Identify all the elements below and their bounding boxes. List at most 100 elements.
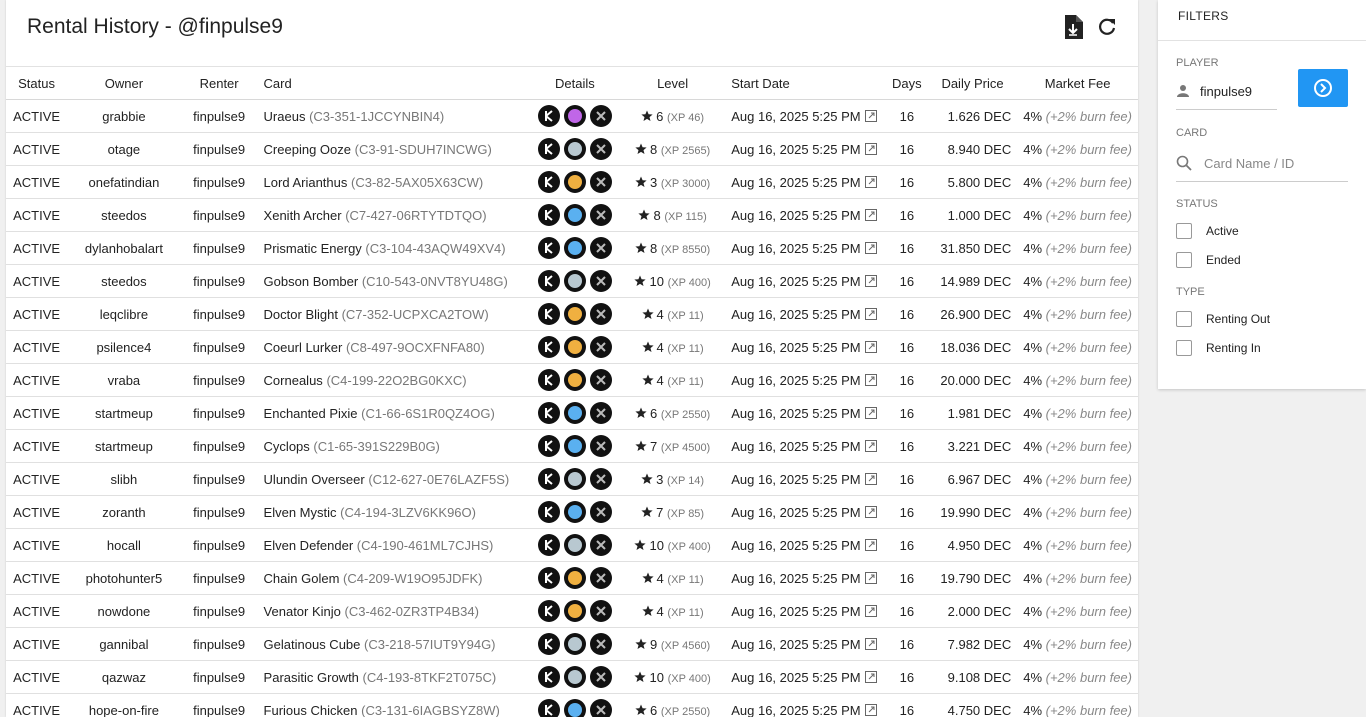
card-cell[interactable]: Cornealus (C4-199-22O2BG0KXC) <box>257 363 530 397</box>
owner-cell[interactable]: qazwaz <box>67 660 181 694</box>
external-link-icon[interactable] <box>861 472 877 487</box>
card-cell[interactable]: Parasitic Growth (C4-193-8TKF2T075C) <box>257 660 530 694</box>
renter-cell[interactable]: finpulse9 <box>180 198 258 232</box>
renter-cell[interactable]: finpulse9 <box>180 165 258 199</box>
owner-cell[interactable]: zoranth <box>67 495 181 529</box>
header-owner[interactable]: Owner <box>67 67 181 100</box>
card-cell[interactable]: Uraeus (C3-351-1JCCYNBIN4) <box>257 99 530 133</box>
renter-cell[interactable]: finpulse9 <box>180 693 258 717</box>
card-cell[interactable]: Doctor Blight (C7-352-UCPXCA2TOW) <box>257 297 530 331</box>
header-daily-price[interactable]: Daily Price <box>927 67 1018 100</box>
renter-cell[interactable]: finpulse9 <box>180 264 258 298</box>
table-row[interactable]: ACTIVE photohunter5 finpulse9 Chain Golem (… <box>6 561 1138 595</box>
owner-cell[interactable]: hocall <box>67 528 181 562</box>
external-link-icon[interactable] <box>861 703 877 717</box>
owner-cell[interactable]: nowdone <box>67 594 181 628</box>
owner-cell[interactable]: dylanhobalart <box>67 231 181 265</box>
owner-cell[interactable]: photohunter5 <box>67 561 181 595</box>
card-cell[interactable]: Creeping Ooze (C3-91-SDUH7INCWG) <box>257 132 530 166</box>
type-renting-in-checkbox[interactable]: Renting In <box>1158 333 1366 362</box>
owner-cell[interactable]: gannibal <box>67 627 181 661</box>
external-link-icon[interactable] <box>861 538 877 553</box>
player-input[interactable]: finpulse9 <box>1176 73 1277 110</box>
renter-cell[interactable]: finpulse9 <box>180 429 258 463</box>
checkbox[interactable] <box>1176 339 1192 356</box>
table-row[interactable]: ACTIVE dylanhobalart finpulse9 Prismatic En… <box>6 231 1138 265</box>
table-row[interactable]: ACTIVE startmeup finpulse9 Cyclops (C1-65-3… <box>6 429 1138 463</box>
status-ended-checkbox[interactable]: Ended <box>1158 245 1366 274</box>
table-row[interactable]: ACTIVE psilence4 finpulse9 Coeurl Lurker (C… <box>6 330 1138 364</box>
card-cell[interactable]: Gelatinous Cube (C3-218-57IUT9Y94G) <box>257 627 530 661</box>
renter-cell[interactable]: finpulse9 <box>180 330 258 364</box>
checkbox[interactable] <box>1176 251 1192 268</box>
external-link-icon[interactable] <box>861 175 877 190</box>
card-search-input[interactable]: Card Name / ID <box>1176 145 1348 182</box>
renter-cell[interactable]: finpulse9 <box>180 594 258 628</box>
renter-cell[interactable]: finpulse9 <box>180 99 258 133</box>
table-row[interactable]: ACTIVE startmeup finpulse9 Enchanted Pixie … <box>6 396 1138 430</box>
external-link-icon[interactable] <box>861 604 877 619</box>
refresh-icon[interactable] <box>1096 14 1118 40</box>
table-row[interactable]: ACTIVE otage finpulse9 Creeping Ooze (C3-91… <box>6 132 1138 166</box>
renter-cell[interactable]: finpulse9 <box>180 627 258 661</box>
header-status[interactable]: Status <box>6 67 68 100</box>
external-link-icon[interactable] <box>861 637 877 652</box>
card-cell[interactable]: Prismatic Energy (C3-104-43AQW49XV4) <box>257 231 530 265</box>
download-icon[interactable] <box>1062 14 1084 40</box>
card-cell[interactable]: Elven Defender (C4-190-461ML7CJHS) <box>257 528 530 562</box>
card-cell[interactable]: Lord Arianthus (C3-82-5AX05X63CW) <box>257 165 530 199</box>
owner-cell[interactable]: grabbie <box>67 99 181 133</box>
external-link-icon[interactable] <box>861 109 877 124</box>
table-row[interactable]: ACTIVE steedos finpulse9 Gobson Bomber (C10… <box>6 264 1138 298</box>
renter-cell[interactable]: finpulse9 <box>180 495 258 529</box>
external-link-icon[interactable] <box>861 274 877 289</box>
external-link-icon[interactable] <box>861 241 877 256</box>
table-row[interactable]: ACTIVE vraba finpulse9 Cornealus (C4-199-22… <box>6 363 1138 397</box>
renter-cell[interactable]: finpulse9 <box>180 363 258 397</box>
type-renting-out-checkbox[interactable]: Renting Out <box>1158 304 1366 333</box>
external-link-icon[interactable] <box>861 505 877 520</box>
card-cell[interactable]: Elven Mystic (C4-194-3LZV6KK96O) <box>257 495 530 529</box>
status-active-checkbox[interactable]: Active <box>1158 216 1366 245</box>
card-cell[interactable]: Cyclops (C1-65-391S229B0G) <box>257 429 530 463</box>
owner-cell[interactable]: leqclibre <box>67 297 181 331</box>
renter-cell[interactable]: finpulse9 <box>180 528 258 562</box>
renter-cell[interactable]: finpulse9 <box>180 462 258 496</box>
external-link-icon[interactable] <box>861 670 877 685</box>
header-renter[interactable]: Renter <box>180 67 258 100</box>
renter-cell[interactable]: finpulse9 <box>180 132 258 166</box>
renter-cell[interactable]: finpulse9 <box>180 660 258 694</box>
owner-cell[interactable]: steedos <box>67 264 181 298</box>
external-link-icon[interactable] <box>861 439 877 454</box>
header-card[interactable]: Card <box>257 67 530 100</box>
player-submit-button[interactable] <box>1298 69 1348 107</box>
header-market-fee[interactable]: Market Fee <box>1017 67 1138 100</box>
external-link-icon[interactable] <box>861 208 877 223</box>
header-days[interactable]: Days <box>885 67 928 100</box>
owner-cell[interactable]: vraba <box>67 363 181 397</box>
table-row[interactable]: ACTIVE nowdone finpulse9 Venator Kinjo (C3-… <box>6 594 1138 628</box>
owner-cell[interactable]: steedos <box>67 198 181 232</box>
table-row[interactable]: ACTIVE onefatindian finpulse9 Lord Arianthu… <box>6 165 1138 199</box>
external-link-icon[interactable] <box>861 406 877 421</box>
external-link-icon[interactable] <box>861 142 877 157</box>
table-row[interactable]: ACTIVE gannibal finpulse9 Gelatinous Cube (… <box>6 627 1138 661</box>
card-cell[interactable]: Xenith Archer (C7-427-06RTYTDTQO) <box>257 198 530 232</box>
owner-cell[interactable]: psilence4 <box>67 330 181 364</box>
owner-cell[interactable]: otage <box>67 132 181 166</box>
renter-cell[interactable]: finpulse9 <box>180 396 258 430</box>
table-row[interactable]: ACTIVE steedos finpulse9 Xenith Archer (C7-… <box>6 198 1138 232</box>
table-row[interactable]: ACTIVE hope-on-fire finpulse9 Furious Chick… <box>6 693 1138 717</box>
renter-cell[interactable]: finpulse9 <box>180 561 258 595</box>
table-row[interactable]: ACTIVE grabbie finpulse9 Uraeus (C3-351-1JC… <box>6 99 1138 133</box>
table-row[interactable]: ACTIVE qazwaz finpulse9 Parasitic Growth (C… <box>6 660 1138 694</box>
header-start-date[interactable]: Start Date <box>725 67 886 100</box>
external-link-icon[interactable] <box>861 373 877 388</box>
table-row[interactable]: ACTIVE zoranth finpulse9 Elven Mystic (C4-1… <box>6 495 1138 529</box>
checkbox[interactable] <box>1176 310 1192 327</box>
card-cell[interactable]: Coeurl Lurker (C8-497-9OCXFNFA80) <box>257 330 530 364</box>
renter-cell[interactable]: finpulse9 <box>180 297 258 331</box>
owner-cell[interactable]: slibh <box>67 462 181 496</box>
table-row[interactable]: ACTIVE leqclibre finpulse9 Doctor Blight (C… <box>6 297 1138 331</box>
header-level[interactable]: Level <box>620 67 726 100</box>
